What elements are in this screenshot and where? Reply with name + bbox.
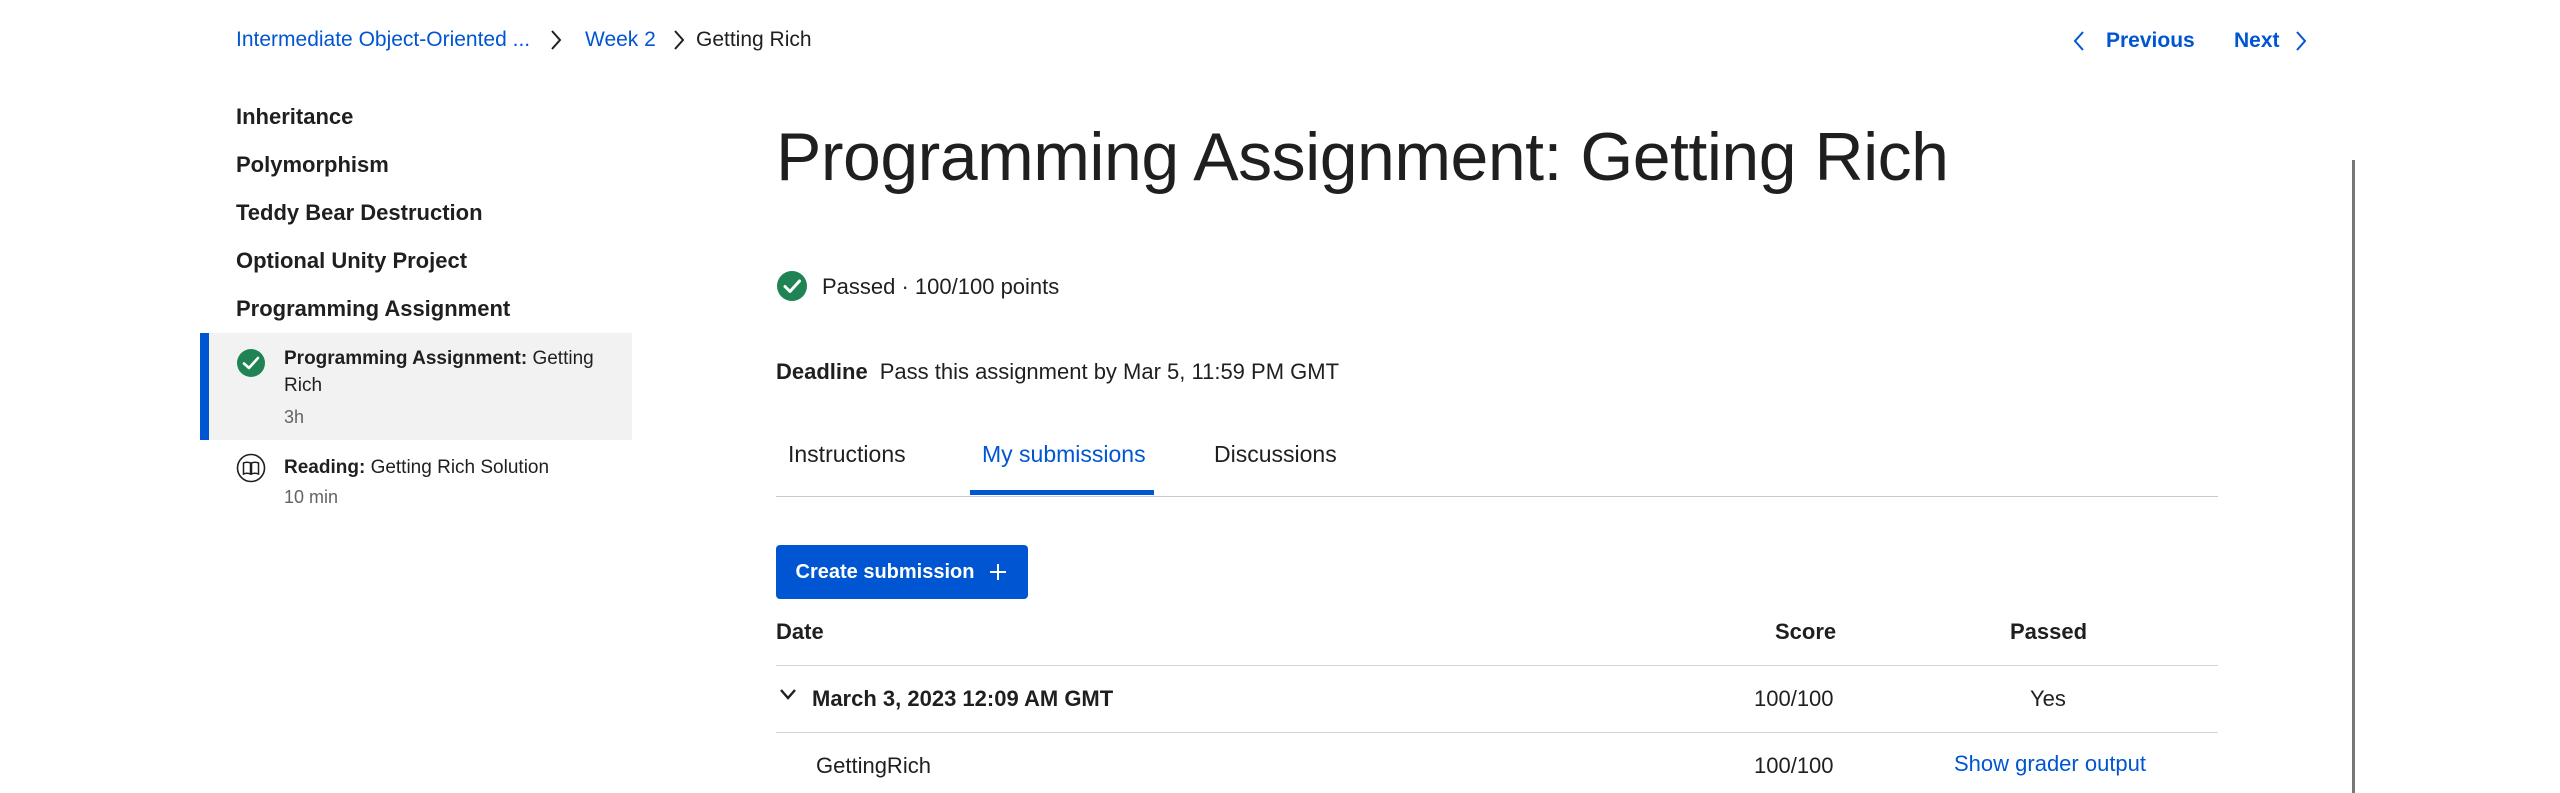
scrollbar[interactable] [2352, 160, 2355, 793]
breadcrumb-course-link[interactable]: Intermediate Object-Oriented ... [236, 27, 530, 53]
previous-label: Previous [2106, 29, 2195, 52]
tab-discussions[interactable]: Discussions [1214, 438, 1337, 470]
deadline-label: Deadline [776, 359, 868, 384]
tab-instructions[interactable]: Instructions [788, 438, 906, 470]
submission-date: March 3, 2023 12:09 AM GMT [812, 686, 1114, 711]
submission-score: 100/100 [1754, 686, 1834, 711]
submission-passed: Yes [2030, 686, 2066, 711]
item-type: Programming Assignment: [284, 348, 528, 369]
deadline: Deadline Pass this assignment by Mar 5, 1… [776, 357, 1339, 387]
check-circle-icon [237, 349, 265, 377]
status-badge: Passed · 100/100 points [822, 274, 1060, 299]
deadline-text: Pass this assignment by Mar 5, 11:59 PM … [879, 359, 1340, 384]
column-header-date: Date [776, 619, 824, 644]
sidebar-section-unity-project[interactable]: Optional Unity Project [236, 247, 467, 275]
sidebar-section-polymorphism[interactable]: Polymorphism [236, 151, 389, 179]
item-type: Reading: [284, 457, 366, 478]
active-tab-underline [970, 490, 1154, 495]
sidebar-item-duration: 10 min [284, 487, 339, 507]
column-header-score: Score [1775, 619, 1837, 644]
create-submission-label: Create submission [795, 560, 975, 583]
sidebar-section-teddy-bear[interactable]: Teddy Bear Destruction [236, 199, 483, 227]
book-icon [236, 453, 266, 483]
divider [776, 665, 2218, 666]
previous-button[interactable]: Previous [2072, 28, 2195, 56]
tab-bar: Instructions My submissions Discussions [776, 428, 2218, 497]
next-label: Next [2234, 29, 2280, 52]
chevron-down-icon[interactable] [778, 684, 798, 704]
sidebar-item-duration: 3h [284, 407, 305, 427]
sidebar-section-programming-assignment[interactable]: Programming Assignment [236, 295, 510, 323]
table-row: March 3, 2023 12:09 AM GMT 100/100 Yes [776, 668, 2218, 732]
item-name: Getting Rich Solution [370, 457, 550, 478]
sidebar-section-inheritance[interactable]: Inheritance [236, 103, 353, 131]
sidebar-item-title: Programming Assignment: Getting Rich [284, 345, 614, 399]
check-circle-icon [777, 271, 807, 301]
part-name: GettingRich [816, 753, 931, 778]
table-row: GettingRich 100/100 Show grader output [776, 735, 2218, 793]
part-score: 100/100 [1754, 753, 1834, 778]
chevron-right-icon [674, 30, 685, 50]
page-title: Programming Assignment: Getting Rich [776, 119, 1949, 195]
breadcrumb-current: Getting Rich [696, 28, 812, 51]
column-header-passed: Passed [2010, 619, 2088, 644]
show-grader-output-link[interactable]: Show grader output [1954, 749, 2146, 779]
plus-icon [990, 564, 1007, 580]
sidebar-item-title: Reading: Getting Rich Solution [284, 454, 624, 481]
create-submission-button[interactable]: Create submission [776, 545, 1028, 599]
chevron-left-icon [2073, 31, 2084, 51]
active-indicator [200, 333, 209, 440]
next-button[interactable]: Next [2234, 28, 2314, 56]
tab-my-submissions[interactable]: My submissions [982, 438, 1146, 470]
chevron-right-icon [551, 30, 562, 50]
divider [776, 732, 2218, 733]
chevron-right-icon [2296, 31, 2307, 51]
breadcrumb-week-link[interactable]: Week 2 [585, 27, 656, 53]
